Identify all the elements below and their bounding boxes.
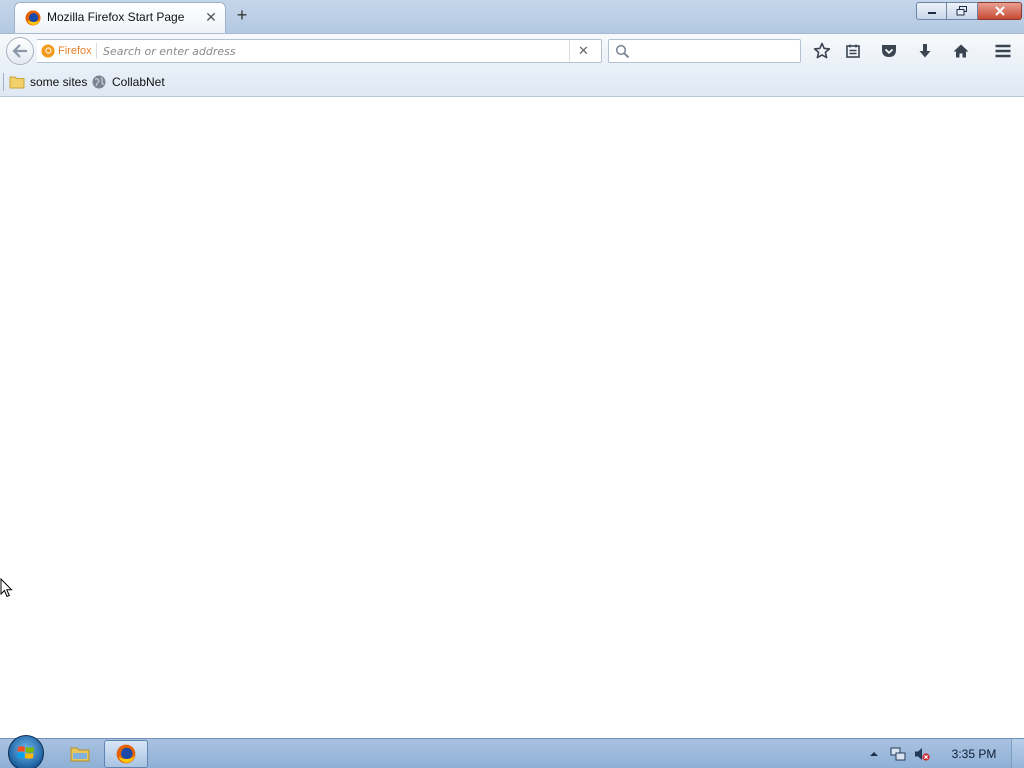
downloads-icon [919,44,931,58]
taskbar-file-explorer[interactable] [58,740,102,768]
window-controls [916,2,1022,20]
tab-mozilla-firefox-start-page[interactable]: Mozilla Firefox Start Page ✕ [14,2,226,33]
tray-expand-button[interactable] [866,746,882,762]
volume-muted-icon [915,748,930,761]
navigation-toolbar: Firefox ✕ [0,33,1024,67]
search-bar[interactable] [608,39,801,63]
bookmarks-toolbar: some sites CollabNet [0,67,1024,97]
pocket-icon [882,45,896,57]
taskbar-firefox[interactable] [104,740,148,768]
minimize-icon [927,12,936,14]
url-bar[interactable]: Firefox ✕ [37,39,602,63]
bookmark-label: some sites [30,75,88,89]
bookmark-star-button[interactable] [811,41,833,61]
url-input[interactable] [103,41,563,61]
bookmark-label: CollabNet [112,75,165,89]
firefox-icon [41,44,55,58]
start-button[interactable] [8,735,44,768]
tab-title: Mozilla Firefox Start Page [47,10,185,24]
globe-icon [92,75,106,89]
back-button[interactable] [6,37,34,65]
minimize-button[interactable] [916,2,947,20]
menu-icon [995,44,1011,58]
taskbar: 3:35 PM [0,735,1024,768]
reading-list-icon [846,44,860,58]
page-content[interactable] [0,97,1024,738]
pocket-button[interactable] [878,41,900,61]
menu-button[interactable] [992,41,1014,61]
url-clear-icon[interactable]: ✕ [569,40,597,62]
tray-expand-icon [870,752,878,756]
restore-icon [956,6,967,16]
home-button[interactable] [950,41,972,61]
tray-network[interactable] [890,746,906,762]
network-icon [890,747,906,761]
bookmark-star-icon [813,42,831,59]
system-clock[interactable]: 3:35 PM [946,747,1002,761]
bookmark-collabnet[interactable]: CollabNet [91,74,165,90]
restore-button[interactable] [947,2,978,20]
identity-label: Firefox [58,45,92,57]
close-window-button[interactable] [978,2,1022,20]
windows-start-icon [17,746,34,759]
bookmark-folder-some-sites[interactable]: some sites [9,74,87,90]
show-desktop-button[interactable] [1011,739,1024,768]
file-explorer-icon [70,747,90,762]
downloads-button[interactable] [914,41,936,61]
mouse-cursor-icon [0,578,13,598]
home-icon [953,44,969,58]
new-tab-button[interactable]: + [233,5,251,25]
bookmarks-separator [3,73,4,91]
folder-icon [9,76,25,89]
reading-list-button[interactable] [842,41,864,61]
search-icon [615,44,630,59]
tray-volume[interactable] [914,746,930,762]
title-bar: Mozilla Firefox Start Page ✕ + [0,0,1024,33]
back-arrow-icon [12,44,27,58]
tab-close-icon[interactable]: ✕ [203,8,219,26]
identity-box[interactable]: Firefox [41,43,97,59]
firefox-icon [116,744,136,764]
firefox-icon [25,10,41,26]
search-input[interactable] [637,41,797,61]
close-icon [994,6,1005,16]
